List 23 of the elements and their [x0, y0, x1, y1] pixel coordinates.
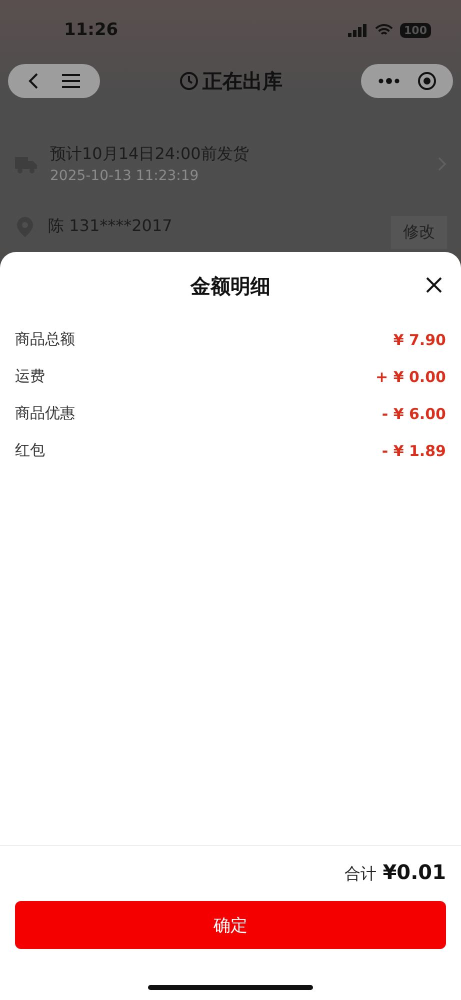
more-icon[interactable]	[378, 78, 400, 84]
fee-label: 运费	[15, 367, 45, 386]
fee-amount: - ¥ 6.00	[382, 404, 446, 422]
menu-icon[interactable]	[61, 73, 81, 89]
signal-icon	[348, 24, 368, 36]
fee-label: 商品优惠	[15, 404, 75, 423]
fee-label: 红包	[15, 441, 45, 460]
fee-amount: ¥ 7.90	[393, 330, 446, 348]
total-label: 合计	[344, 864, 377, 885]
sheet-title: 金额明细	[190, 272, 270, 300]
wifi-icon	[375, 24, 394, 36]
fee-amount: + ¥ 0.00	[376, 368, 446, 386]
clock-icon	[178, 71, 198, 91]
fee-label: 商品总额	[15, 330, 75, 349]
battery-level: 100	[400, 22, 431, 38]
total-amount: ¥0.01	[382, 860, 446, 884]
target-icon[interactable]	[416, 71, 436, 91]
confirm-button[interactable]: 确定	[15, 901, 446, 949]
page-title: 正在出库	[202, 68, 282, 94]
fee-amount: - ¥ 1.89	[382, 442, 446, 460]
status-time: 11:26	[64, 20, 118, 40]
shipping-time: 2025-10-13 11:23:19	[50, 168, 200, 184]
back-icon[interactable]	[27, 72, 39, 90]
